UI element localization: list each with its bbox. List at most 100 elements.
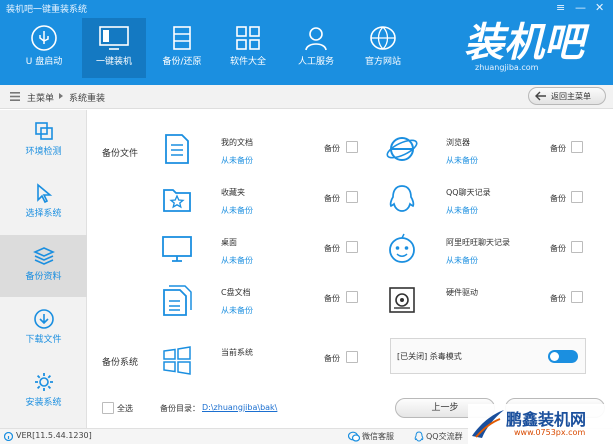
nav-software[interactable]: 软件大全 [216, 18, 280, 78]
globe-icon [370, 26, 396, 50]
apps-grid-icon [236, 26, 260, 50]
nav-label: 官方网站 [364, 57, 401, 67]
system-name: 当前系统 [221, 348, 253, 357]
backup-label: 备份 [550, 294, 566, 303]
backup-checkbox[interactable] [346, 291, 358, 303]
nav-label: 一键装机 [95, 57, 132, 67]
nav-usb-boot[interactable]: U 盘启动 [12, 18, 76, 78]
item-name: QQ聊天记录 [446, 188, 491, 197]
windows-icon [163, 346, 191, 375]
c-drive-docs-icon [163, 285, 192, 316]
scan-icon [34, 122, 53, 140]
backup-dir-path-link[interactable]: D:\zhuangjiba\bak\ [202, 403, 277, 412]
cursor-icon [36, 183, 52, 204]
database-icon [173, 26, 191, 50]
sidebar-item-download[interactable]: 下载文件 [0, 298, 87, 360]
hardware-driver-icon [389, 287, 415, 313]
sidebar-item-install[interactable]: 安装系统 [0, 361, 87, 423]
antivirus-mode-label: [已关闭] 杀毒模式 [397, 352, 462, 361]
item-status: 从未备份 [221, 156, 253, 165]
item-status: 从未备份 [446, 156, 478, 165]
backup-system-checkbox[interactable] [346, 351, 358, 363]
backup-label: 备份 [324, 294, 340, 303]
brand-logo: 装机吧 [464, 20, 590, 66]
document-icon [165, 134, 189, 164]
item-name: 桌面 [221, 238, 237, 247]
antivirus-toggle[interactable] [548, 350, 578, 363]
backup-label: 备份 [324, 354, 340, 363]
item-status: 从未备份 [446, 206, 478, 215]
backup-checkbox[interactable] [571, 191, 583, 203]
item-status: 从未备份 [221, 206, 253, 215]
favorites-folder-icon [163, 189, 191, 212]
backup-checkbox[interactable] [571, 141, 583, 153]
wechat-icon [348, 431, 360, 442]
backup-label: 备份 [324, 144, 340, 153]
watermark-swoosh-icon [472, 410, 504, 438]
sidebar-item-label: 环境检测 [25, 147, 62, 157]
nav-official-site[interactable]: 官方网站 [351, 18, 415, 78]
backup-label: 备份 [550, 144, 566, 153]
toggle-knob [550, 352, 559, 361]
sidebar-item-label: 备份资料 [25, 272, 62, 282]
version-text: VER[11.5.44.1230] [16, 431, 92, 440]
backup-label: 备份 [324, 194, 340, 203]
watermark: 鹏鑫装机网 www.0753px.com [468, 404, 613, 444]
sidebar-item-env-check[interactable]: 环境检测 [0, 110, 87, 172]
qq-penguin-icon [389, 185, 415, 212]
backup-label: 备份 [550, 194, 566, 203]
wechat-service-link[interactable]: 微信客服 [362, 431, 394, 442]
nav-manual-service[interactable]: 人工服务 [284, 18, 348, 78]
item-name: 收藏夹 [221, 188, 245, 197]
watermark-text: 鹏鑫装机网 [506, 410, 587, 429]
item-status: 从未备份 [221, 306, 253, 315]
backup-checkbox[interactable] [346, 191, 358, 203]
brand-url: zhuangjiba.com [475, 63, 539, 72]
backup-checkbox[interactable] [571, 241, 583, 253]
svg-text:装机吧: 装机吧 [464, 20, 590, 66]
item-name: C盘文档 [221, 288, 251, 297]
watermark-url: www.0753px.com [514, 428, 586, 437]
user-support-icon [305, 27, 327, 51]
antivirus-mode-panel: [已关闭] 杀毒模式 [390, 338, 586, 374]
select-all-checkbox[interactable] [102, 402, 114, 414]
back-to-main-label: 返回主菜单 [551, 92, 591, 101]
backup-label: 备份 [324, 244, 340, 253]
sidebar: 环境检测 选择系统 备份资料 下载文件 安装系统 [0, 110, 87, 428]
info-icon [4, 432, 13, 441]
item-name: 硬件驱动 [446, 288, 478, 297]
nav-label: 人工服务 [297, 57, 334, 67]
usb-icon [31, 25, 57, 51]
backup-checkbox[interactable] [571, 291, 583, 303]
aliwangwang-icon [389, 233, 415, 263]
item-status: 从未备份 [221, 256, 253, 265]
backup-checkbox[interactable] [346, 141, 358, 153]
nav-label: 备份/还原 [162, 57, 202, 67]
gear-icon [34, 373, 53, 391]
nav-one-click-install[interactable]: 一键装机 [82, 18, 146, 78]
backup-checkbox[interactable] [346, 241, 358, 253]
sidebar-item-select-system[interactable]: 选择系统 [0, 172, 87, 234]
backup-system-label: 备份系统 [102, 358, 139, 368]
qq-group-link[interactable]: QQ交流群 [426, 431, 463, 442]
breadcrumb-current: 系统重装 [69, 94, 106, 104]
backup-files-label: 备份文件 [102, 149, 139, 159]
item-status: 从未备份 [446, 256, 478, 265]
breadcrumb-root[interactable]: 主菜单 [27, 91, 54, 104]
item-name: 我的文档 [221, 138, 253, 147]
nav-label: 软件大全 [229, 57, 266, 67]
qq-icon [414, 431, 424, 442]
backup-label: 备份 [550, 244, 566, 253]
sidebar-item-backup-data[interactable]: 备份资料 [0, 235, 87, 297]
desktop-monitor-icon [162, 236, 192, 262]
back-to-main-button[interactable]: 返回主菜单 [528, 87, 606, 105]
monitor-icon [99, 26, 129, 50]
ie-browser-icon [386, 137, 418, 161]
sidebar-item-label: 安装系统 [25, 398, 62, 408]
breadcrumb: 主菜单 系统重装 [0, 85, 613, 109]
window-title: 装机吧一键重装系统 [6, 5, 88, 15]
nav-backup-restore[interactable]: 备份/还原 [150, 18, 214, 78]
list-icon [10, 92, 20, 101]
sidebar-item-label: 下载文件 [25, 335, 62, 345]
close-button[interactable]: ✕ [595, 2, 604, 14]
